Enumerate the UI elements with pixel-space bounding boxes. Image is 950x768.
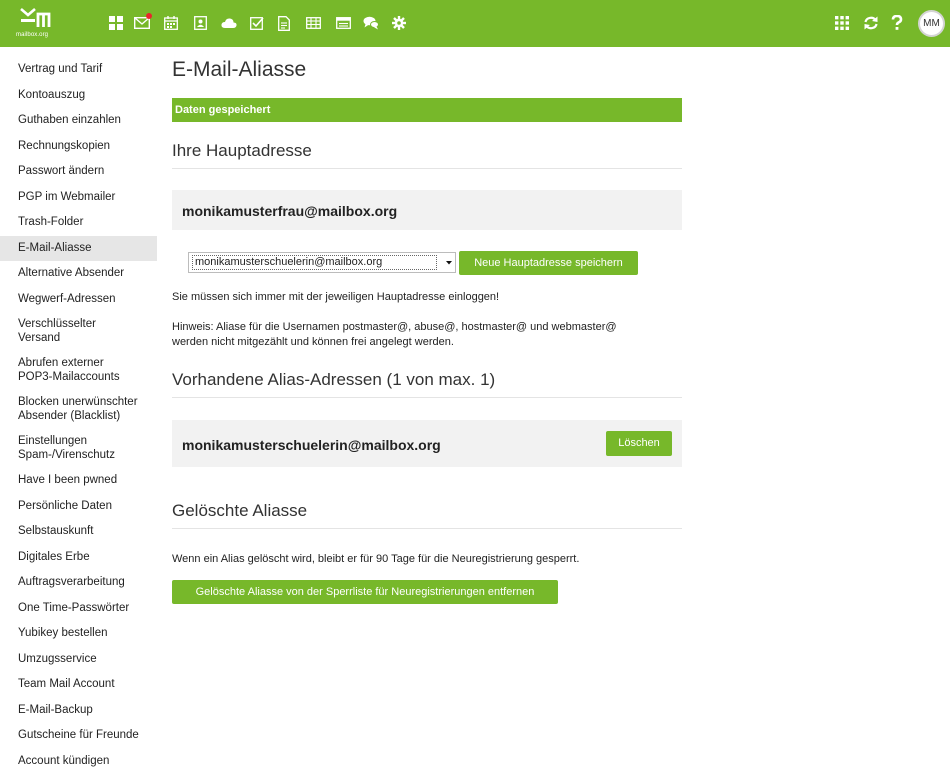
page-title: E-Mail-Aliasse xyxy=(172,58,307,81)
section-divider xyxy=(172,168,682,169)
deleted-aliases-note: Wenn ein Alias gelöscht wird, bleibt er … xyxy=(172,553,580,565)
hint-text-line2: werden nicht mitgezählt und können frei … xyxy=(172,336,454,348)
tasks-icon[interactable] xyxy=(248,14,266,32)
hint-text-line1: Hinweis: Aliase für die Usernamen postma… xyxy=(172,321,617,333)
sidebar-item-digitales-erbe[interactable]: Digitales Erbe xyxy=(0,545,157,571)
mailbox-logo[interactable]: mailbox.org xyxy=(12,5,60,41)
sidebar-item-alternative-absender[interactable]: Alternative Absender xyxy=(0,261,157,287)
chat-icon[interactable] xyxy=(362,14,380,32)
primary-address-heading: Ihre Hauptadresse xyxy=(172,141,312,160)
help-icon[interactable] xyxy=(888,14,906,32)
sidebar-item-passwort-aendern[interactable]: Passwort ändern xyxy=(0,159,157,185)
remove-blocked-aliases-button[interactable]: Gelöschte Aliasse von der Sperrliste für… xyxy=(172,580,558,604)
delete-alias-button[interactable]: Löschen xyxy=(606,431,672,456)
alias-address: monikamusterschuelerin@mailbox.org xyxy=(182,437,441,453)
sidebar-item-persoenliche-daten[interactable]: Persönliche Daten xyxy=(0,494,157,520)
sidebar-item-one-time-passwoerter[interactable]: One Time-Passwörter xyxy=(0,596,157,622)
sidebar-item-account-kuendigen[interactable]: Account kündigen xyxy=(0,749,157,768)
section-divider xyxy=(172,397,682,398)
alias-row: monikamusterschuelerin@mailbox.org Lösch… xyxy=(172,420,682,467)
spreadsheet-icon[interactable] xyxy=(304,14,322,32)
calendar-icon[interactable] xyxy=(162,14,180,32)
sidebar-item-trash-folder[interactable]: Trash-Folder xyxy=(0,210,157,236)
section-divider xyxy=(172,528,682,529)
sidebar-item-team-mail-account[interactable]: Team Mail Account xyxy=(0,672,157,698)
select-value: monikamusterschuelerin@mailbox.org xyxy=(192,255,437,270)
sidebar-item-blacklist[interactable]: Blocken unerwünschter Absender (Blacklis… xyxy=(0,390,157,429)
presentation-icon[interactable] xyxy=(334,14,352,32)
sidebar-item-have-i-been-pwned[interactable]: Have I been pwned xyxy=(0,468,157,494)
unread-indicator xyxy=(146,13,152,19)
primary-address-select[interactable]: monikamusterschuelerin@mailbox.org xyxy=(188,252,456,273)
sidebar-item-email-backup[interactable]: E-Mail-Backup xyxy=(0,698,157,724)
logo-icon xyxy=(20,8,51,27)
top-bar: mailbox.org MM xyxy=(0,0,950,47)
sidebar-item-yubikey-bestellen[interactable]: Yubikey bestellen xyxy=(0,621,157,647)
settings-icon[interactable] xyxy=(390,14,408,32)
sidebar-item-kontoauszug[interactable]: Kontoauszug xyxy=(0,83,157,109)
sidebar-item-pgp-im-webmailer[interactable]: PGP im Webmailer xyxy=(0,185,157,211)
sidebar-item-email-aliasse[interactable]: E-Mail-Aliasse xyxy=(0,235,157,261)
primary-address: monikamusterfrau@mailbox.org xyxy=(182,203,398,219)
sidebar-item-guthaben-einzahlen[interactable]: Guthaben einzahlen xyxy=(0,108,157,134)
chevron-down-icon xyxy=(446,261,452,265)
sidebar-item-umzugsservice[interactable]: Umzugsservice xyxy=(0,647,157,673)
sidebar-item-spam-virenschutz[interactable]: Einstellungen Spam-/Virenschutz xyxy=(0,429,157,468)
sidebar-item-selbstauskunft[interactable]: Selbstauskunft xyxy=(0,519,157,545)
sidebar-item-auftragsverarbeitung[interactable]: Auftragsverarbeitung xyxy=(0,570,157,596)
settings-sidebar: Vertrag und Tarif Kontoauszug Guthaben e… xyxy=(0,57,157,768)
sidebar-item-wegwerf-adressen[interactable]: Wegwerf-Adressen xyxy=(0,287,157,313)
sidebar-item-rechnungskopien[interactable]: Rechnungskopien xyxy=(0,134,157,160)
refresh-icon[interactable] xyxy=(862,14,880,32)
logo-text: mailbox.org xyxy=(16,32,49,38)
document-icon[interactable] xyxy=(275,14,293,32)
contacts-icon[interactable] xyxy=(191,14,209,32)
app-launcher-icon[interactable] xyxy=(833,14,851,32)
sidebar-item-abrufen-pop3[interactable]: Abrufen externer POP3-Mailaccounts xyxy=(0,351,157,390)
cloud-icon[interactable] xyxy=(220,14,238,32)
user-avatar[interactable]: MM xyxy=(918,10,945,37)
sidebar-item-vertrag-und-tarif[interactable]: Vertrag und Tarif xyxy=(0,57,157,83)
deleted-aliases-heading: Gelöschte Aliasse xyxy=(172,501,308,520)
aliases-heading: Vorhandene Alias-Adressen (1 von max. 1) xyxy=(172,370,496,389)
primary-address-panel: monikamusterfrau@mailbox.org xyxy=(172,190,682,230)
sidebar-item-gutscheine[interactable]: Gutscheine für Freunde xyxy=(0,723,157,749)
sidebar-item-verschluesselter-versand[interactable]: Verschlüsselter Versand xyxy=(0,312,157,351)
apps-grid-icon[interactable] xyxy=(107,14,125,32)
success-message: Daten gespeichert xyxy=(172,98,682,122)
login-note: Sie müssen sich immer mit der jeweiligen… xyxy=(172,291,500,303)
mail-icon[interactable] xyxy=(133,13,152,32)
save-primary-address-button[interactable]: Neue Hauptadresse speichern xyxy=(459,251,638,275)
